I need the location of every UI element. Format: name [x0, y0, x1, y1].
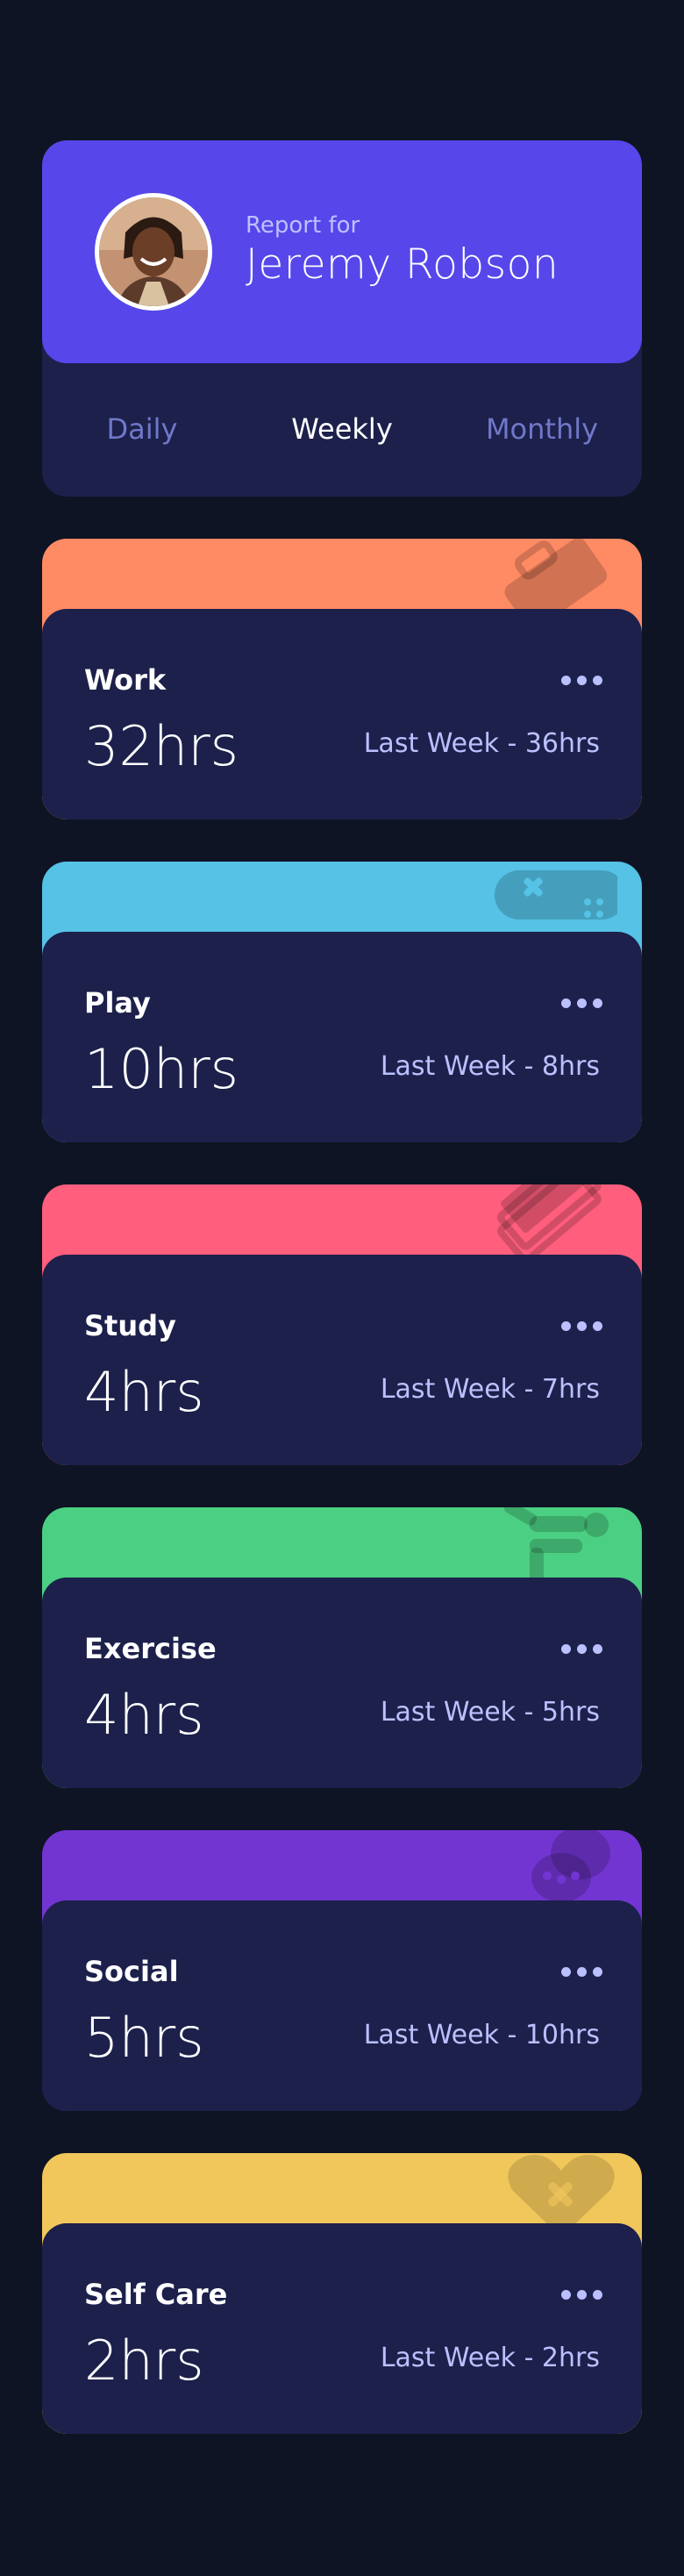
ellipsis-icon[interactable]: [561, 1967, 603, 1978]
current-hours: 32hrs: [84, 714, 239, 778]
previous-hours: Last Week - 7hrs: [380, 1374, 600, 1405]
activity-title: Play: [84, 986, 151, 1020]
current-hours: 10hrs: [84, 1037, 239, 1101]
ellipsis-icon[interactable]: [561, 676, 603, 686]
previous-hours: Last Week - 36hrs: [363, 728, 600, 759]
tab-monthly[interactable]: Monthly: [442, 412, 642, 446]
report-for-label: Report for: [246, 212, 360, 239]
previous-hours: Last Week - 8hrs: [380, 1051, 600, 1082]
activity-title: Work: [84, 663, 167, 697]
activity-title: Social: [84, 1955, 179, 1988]
current-hours: 2hrs: [84, 2329, 204, 2393]
current-hours: 4hrs: [84, 1683, 204, 1747]
profile-card: Report for Jeremy Robson Daily Weekly Mo…: [42, 140, 642, 497]
running-icon: [477, 1507, 617, 1586]
tab-daily[interactable]: Daily: [42, 412, 242, 446]
briefcase-icon: [477, 539, 617, 630]
activity-card-social: Social 5hrs Last Week - 10hrs: [42, 1830, 642, 2111]
current-hours: 4hrs: [84, 1360, 204, 1424]
activity-card-exercise: Exercise 4hrs Last Week - 5hrs: [42, 1507, 642, 1788]
activity-title: Self Care: [84, 2278, 228, 2311]
tab-weekly[interactable]: Weekly: [242, 412, 442, 446]
activity-card-study: Study 4hrs Last Week - 7hrs: [42, 1184, 642, 1465]
activity-body[interactable]: Play 10hrs Last Week - 8hrs: [42, 932, 642, 1142]
previous-hours: Last Week - 10hrs: [363, 2020, 600, 2050]
activity-card-play: Play 10hrs Last Week - 8hrs: [42, 862, 642, 1142]
avatar-image: [99, 197, 208, 306]
chat-icon: [477, 1830, 617, 1909]
activity-body[interactable]: Social 5hrs Last Week - 10hrs: [42, 1900, 642, 2111]
ellipsis-icon[interactable]: [561, 998, 603, 1009]
avatar: [95, 193, 212, 311]
user-name: Jeremy Robson: [246, 240, 559, 289]
current-hours: 5hrs: [84, 2006, 204, 2070]
ellipsis-icon[interactable]: [561, 1644, 603, 1655]
ellipsis-icon[interactable]: [561, 2290, 603, 2301]
activity-body[interactable]: Exercise 4hrs Last Week - 5hrs: [42, 1578, 642, 1788]
gamepad-icon: [477, 862, 626, 941]
book-icon: [477, 1184, 617, 1264]
activity-body[interactable]: Study 4hrs Last Week - 7hrs: [42, 1255, 642, 1465]
activity-body[interactable]: Work 32hrs Last Week - 36hrs: [42, 609, 642, 819]
activity-card-self-care: Self Care 2hrs Last Week - 2hrs: [42, 2153, 642, 2434]
activity-title: Exercise: [84, 1632, 217, 1665]
heart-icon: [477, 2153, 617, 2237]
activity-body[interactable]: Self Care 2hrs Last Week - 2hrs: [42, 2223, 642, 2434]
previous-hours: Last Week - 5hrs: [380, 1697, 600, 1728]
activity-card-work: Work 32hrs Last Week - 36hrs: [42, 539, 642, 819]
ellipsis-icon[interactable]: [561, 1321, 603, 1332]
previous-hours: Last Week - 2hrs: [380, 2343, 600, 2373]
profile-header: Report for Jeremy Robson: [42, 140, 642, 363]
activity-title: Study: [84, 1309, 176, 1342]
